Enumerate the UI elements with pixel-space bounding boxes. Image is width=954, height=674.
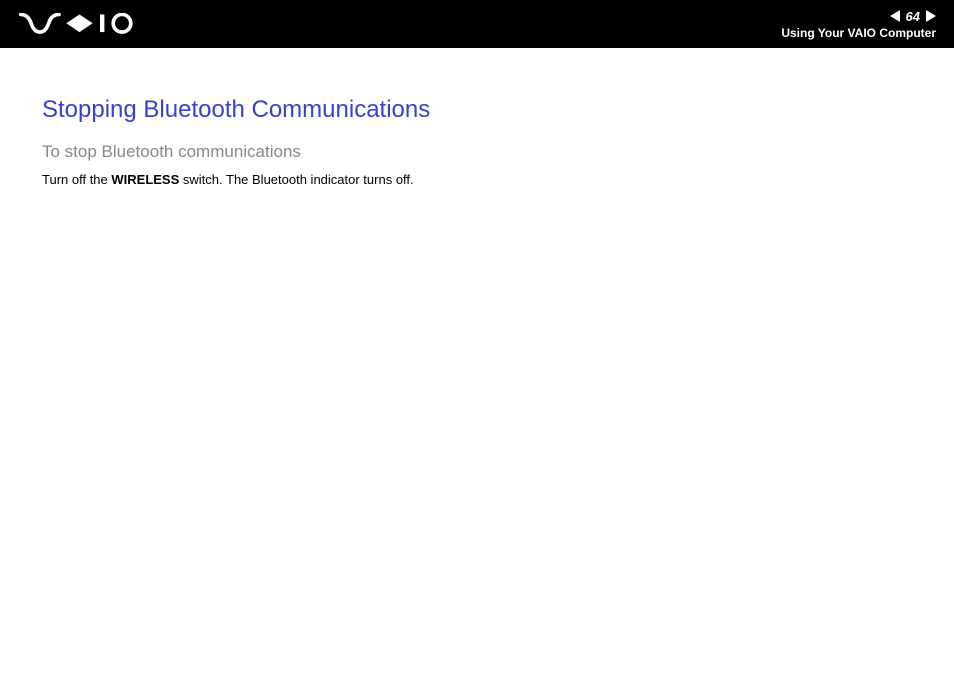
prev-page-arrow-icon[interactable] bbox=[890, 10, 900, 22]
page-title: Stopping Bluetooth Communications bbox=[42, 96, 914, 124]
body-bold: WIRELESS bbox=[111, 172, 179, 187]
page-content: Stopping Bluetooth Communications To sto… bbox=[0, 48, 954, 190]
vaio-logo bbox=[18, 0, 138, 48]
page-subtitle: To stop Bluetooth communications bbox=[42, 142, 914, 162]
page-number: 64 bbox=[906, 9, 920, 24]
page-header: 64 Using Your VAIO Computer bbox=[0, 0, 954, 48]
header-right: 64 Using Your VAIO Computer bbox=[781, 9, 936, 40]
page-nav: 64 bbox=[890, 9, 936, 24]
section-name: Using Your VAIO Computer bbox=[781, 26, 936, 40]
body-pre: Turn off the bbox=[42, 172, 111, 187]
body-text: Turn off the WIRELESS switch. The Blueto… bbox=[42, 170, 914, 190]
next-page-arrow-icon[interactable] bbox=[926, 10, 936, 22]
body-post: switch. The Bluetooth indicator turns of… bbox=[179, 172, 413, 187]
